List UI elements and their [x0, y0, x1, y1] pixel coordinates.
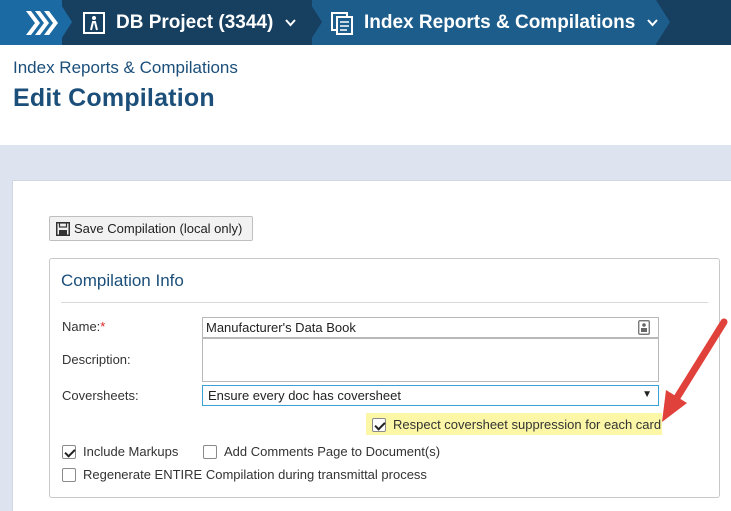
respect-suppression-checkbox-row[interactable]: Respect coversheet suppression for each … — [372, 417, 661, 432]
save-compilation-label: Save Compilation (local only) — [74, 221, 243, 236]
add-comments-checkbox-row[interactable]: Add Comments Page to Document(s) — [203, 444, 440, 459]
add-comments-label: Add Comments Page to Document(s) — [224, 444, 441, 459]
regenerate-checkbox-row[interactable]: Regenerate ENTIRE Compilation during tra… — [62, 467, 427, 482]
name-input[interactable]: Manufacturer's Data Book — [202, 317, 659, 338]
chevron-down-icon[interactable] — [285, 18, 297, 27]
page-title: Edit Compilation — [13, 84, 215, 112]
description-label: Description: — [62, 352, 131, 367]
project-person-icon — [82, 11, 106, 35]
name-label: Name:* — [62, 319, 105, 334]
double-chevron-right-icon — [26, 11, 58, 35]
legend-divider — [61, 302, 708, 303]
breadcrumb-project[interactable]: DB Project (3344) — [82, 0, 297, 45]
chevron-down-icon[interactable] — [647, 18, 659, 27]
annotation-arrow-icon — [662, 318, 728, 422]
breadcrumb-separator — [58, 0, 72, 44]
breadcrumb-home[interactable] — [0, 0, 62, 45]
description-input[interactable] — [202, 338, 659, 382]
include-markups-checkbox[interactable] — [62, 444, 76, 459]
breadcrumb-module-label: Index Reports & Compilations — [364, 11, 636, 33]
breadcrumb-module[interactable]: Index Reports & Compilations — [330, 0, 659, 45]
save-compilation-button[interactable]: Save Compilation (local only) — [49, 216, 253, 241]
include-markups-checkbox-row[interactable]: Include Markups — [62, 444, 178, 459]
breadcrumb-separator — [308, 0, 322, 44]
add-comments-checkbox[interactable] — [203, 444, 217, 459]
name-input-value: Manufacturer's Data Book — [206, 320, 356, 335]
breadcrumb-bar: DB Project (3344) Index Reports & Compil… — [0, 0, 731, 45]
required-mark: * — [100, 319, 106, 334]
include-markups-label: Include Markups — [83, 444, 179, 459]
compilation-info-legend: Compilation Info — [61, 271, 184, 290]
respect-suppression-checkbox[interactable] — [372, 417, 386, 432]
breadcrumb-project-label: DB Project (3344) — [116, 11, 274, 33]
regenerate-checkbox[interactable] — [62, 467, 76, 482]
respect-suppression-label: Respect coversheet suppression for each … — [393, 417, 662, 432]
regenerate-label: Regenerate ENTIRE Compilation during tra… — [83, 467, 427, 482]
coversheets-label: Coversheets: — [62, 388, 139, 403]
coversheets-select[interactable]: Ensure every doc has coversheet ▼ — [202, 385, 659, 406]
coversheets-select-value: Ensure every doc has coversheet — [208, 388, 401, 403]
floppy-disk-icon — [56, 221, 70, 236]
name-label-text: Name: — [62, 319, 101, 334]
page-subtitle: Index Reports & Compilations — [13, 58, 238, 77]
report-stack-icon — [330, 11, 354, 35]
